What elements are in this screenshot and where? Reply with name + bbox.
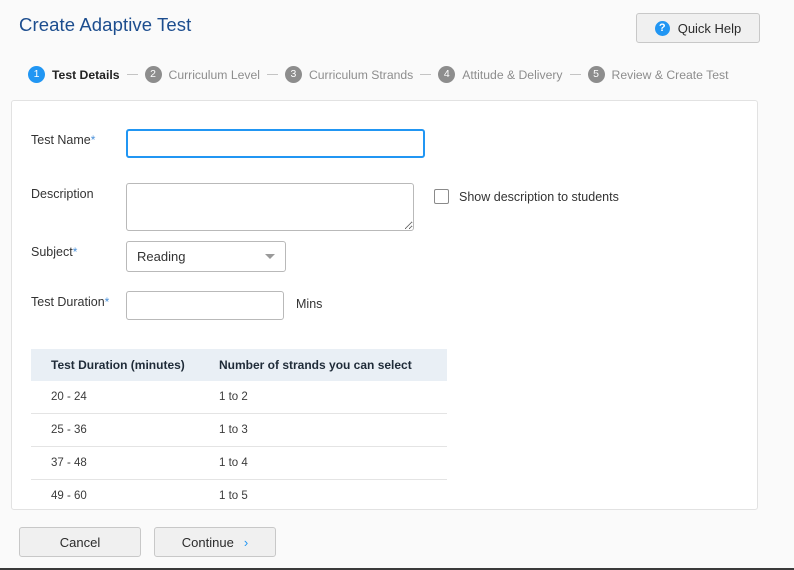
table-row: 25 - 36 1 to 3	[31, 413, 447, 447]
test-name-row: Test Name*	[31, 129, 425, 158]
duration-strands-table: Test Duration (minutes) Number of strand…	[31, 349, 447, 512]
step-separator	[569, 74, 581, 75]
cell-duration: 20 - 24	[31, 381, 199, 414]
step-number-1: 1	[28, 66, 45, 83]
required-marker: *	[90, 133, 96, 147]
step-label-5: Review & Create Test	[611, 67, 729, 82]
step-attitude-delivery[interactable]: 4 Attitude & Delivery	[438, 66, 563, 83]
step-separator	[420, 74, 432, 75]
show-description-label: Show description to students	[459, 189, 619, 204]
step-label-3: Curriculum Strands	[308, 67, 414, 82]
step-number-5: 5	[587, 66, 605, 83]
step-number-2: 2	[144, 66, 162, 83]
cell-strands: 1 to 2	[199, 381, 447, 414]
cancel-button[interactable]: Cancel	[19, 527, 141, 557]
step-review-create-test[interactable]: 5 Review & Create Test	[587, 66, 729, 83]
description-textarea[interactable]	[126, 183, 414, 231]
show-description-checkbox[interactable]	[434, 189, 449, 204]
table-header-duration: Test Duration (minutes)	[31, 349, 199, 381]
page-root: Create Adaptive Test ? Quick Help 1 Test…	[0, 0, 794, 570]
table-header-strands: Number of strands you can select	[199, 349, 447, 381]
step-curriculum-strands[interactable]: 3 Curriculum Strands	[284, 66, 414, 83]
cell-strands: 1 to 5	[219, 490, 248, 502]
step-label-1: Test Details	[52, 67, 120, 82]
table-row: 20 - 24 1 to 2	[31, 381, 447, 414]
step-test-details[interactable]: 1 Test Details	[28, 66, 120, 83]
table-head: Test Duration (minutes) Number of strand…	[31, 349, 447, 381]
chevron-right-icon: ›	[243, 534, 249, 550]
continue-button[interactable]: Continue ›	[154, 527, 276, 557]
test-duration-unit: Mins	[296, 297, 323, 311]
subject-select[interactable]: Reading	[126, 241, 286, 272]
table-header-row: Test Duration (minutes) Number of strand…	[31, 349, 447, 381]
form-card: Test Name* Description Show description …	[11, 100, 758, 510]
quick-help-button[interactable]: ? Quick Help	[636, 13, 760, 43]
subject-row: Subject* Reading	[31, 241, 286, 272]
wizard-stepper: 1 Test Details 2 Curriculum Level 3 Curr…	[28, 66, 728, 83]
cell-duration: 37 - 48	[31, 446, 199, 480]
required-marker: *	[72, 245, 78, 259]
step-number-3: 3	[284, 66, 302, 83]
description-row: Description	[31, 183, 414, 231]
footer-actions: Cancel Continue ›	[19, 527, 276, 557]
description-label: Description	[31, 187, 94, 201]
test-duration-label: Test Duration*	[31, 295, 110, 309]
test-duration-row: Test Duration* Mins	[31, 291, 322, 320]
test-name-label: Test Name*	[31, 133, 96, 147]
show-description-row[interactable]: Show description to students	[434, 189, 619, 204]
step-label-2: Curriculum Level	[168, 67, 260, 82]
question-mark-circle-icon: ?	[654, 20, 670, 36]
cell-duration: 49 - 60	[51, 490, 87, 502]
cell-duration: 25 - 36	[31, 413, 199, 447]
subject-select-wrap: Reading	[126, 241, 286, 272]
quick-help-label: Quick Help	[677, 20, 742, 36]
cell-strands: 1 to 4	[199, 446, 447, 480]
step-curriculum-level[interactable]: 2 Curriculum Level	[144, 66, 260, 83]
table-row: 37 - 48 1 to 4	[31, 446, 447, 480]
table-body: 20 - 24 1 to 2 25 - 36 1 to 3 37 - 48 1 …	[31, 381, 447, 512]
continue-label: Continue	[181, 534, 234, 550]
table-row: 49 - 60 1 to 5	[31, 480, 447, 513]
cell-strands: 1 to 3	[199, 413, 447, 447]
subject-label: Subject*	[31, 245, 78, 259]
test-duration-input[interactable]	[126, 291, 284, 320]
step-number-4: 4	[438, 66, 456, 83]
chevron-down-icon	[265, 254, 275, 259]
page-title: Create Adaptive Test	[19, 14, 192, 35]
subject-selected-value: Reading	[137, 249, 186, 264]
step-separator	[126, 74, 138, 75]
required-marker: *	[104, 295, 110, 309]
step-separator	[266, 74, 278, 75]
test-name-input[interactable]	[126, 129, 425, 158]
step-label-4: Attitude & Delivery	[462, 67, 563, 82]
